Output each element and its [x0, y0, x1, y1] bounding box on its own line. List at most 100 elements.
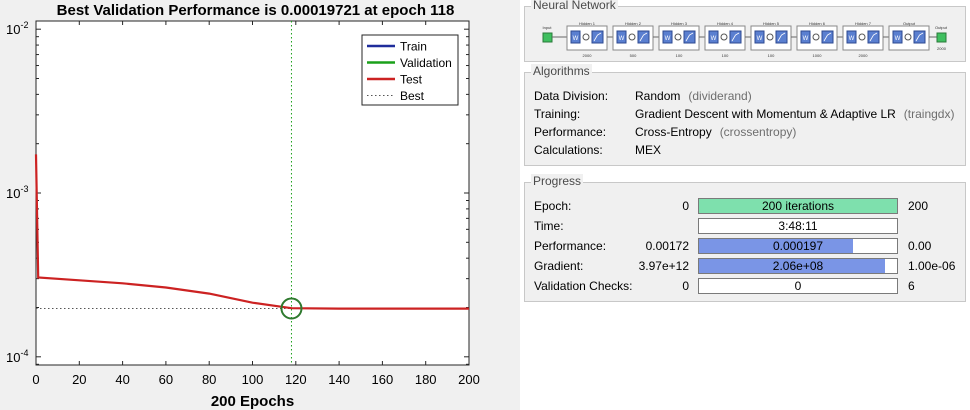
progress-bar: 0	[698, 278, 898, 294]
weight-symbol: W	[757, 36, 763, 42]
progress-bar: 200 iterations	[698, 198, 898, 214]
progress-bar: 3:48:11	[698, 218, 898, 234]
sum-node	[582, 33, 590, 41]
progress-title: Progress	[531, 174, 584, 188]
progress-start-value: 0	[682, 279, 689, 293]
performance-plot-panel: Best Validation Performance is 0.0001972…	[0, 0, 520, 410]
transfer-block	[775, 30, 788, 44]
layer-size: 100	[722, 53, 729, 58]
weight-symbol: W	[665, 36, 671, 42]
progress-bar-text: 2.06e+08	[772, 259, 824, 273]
weight-symbol: W	[803, 36, 809, 42]
progress-label: Performance:	[534, 239, 607, 253]
layer-size: 500	[630, 53, 637, 58]
y-tick-exponent: -4	[20, 348, 28, 358]
weight-symbol: W	[849, 36, 855, 42]
algorithm-function: (traingdx)	[903, 107, 955, 121]
progress-bar-text: 3:48:11	[778, 219, 818, 233]
x-tick-label: 40	[115, 372, 129, 387]
algorithm-function: (dividerand)	[688, 89, 752, 103]
transfer-block	[913, 30, 926, 44]
progress-end-value: 1.00e-06	[908, 259, 956, 273]
output-label: Output	[935, 25, 948, 30]
legend-label-validation: Validation	[400, 56, 452, 70]
algorithm-value: Cross-Entropy (crossentropy)	[635, 125, 796, 139]
x-tick-label: 120	[285, 372, 307, 387]
transfer-block	[637, 30, 650, 44]
output-size: 2000	[937, 46, 947, 51]
network-diagram: Input Hidden 1 W 2000 Hidden 2 W 500 Hidden 3 W 1…	[542, 21, 948, 58]
progress-bar: 0.000197	[698, 238, 898, 254]
sum-node	[720, 33, 728, 41]
layer-label: Hidden 4	[717, 21, 734, 26]
algorithm-value: MEX	[635, 143, 661, 157]
algorithms-group: Algorithms Data Division: Random (dividera…	[524, 64, 966, 166]
weight-symbol: W	[619, 36, 625, 42]
progress-bar-text: 0	[794, 279, 802, 293]
sum-node	[904, 33, 912, 41]
layer-size: 2000	[583, 53, 593, 58]
layer-label: Hidden 1	[579, 21, 596, 26]
weight-symbol: W	[573, 36, 579, 42]
output-node	[936, 32, 947, 43]
sum-node	[628, 33, 636, 41]
layer-label: Hidden 3	[671, 21, 688, 26]
x-tick-label: 0	[32, 372, 39, 387]
x-tick-label: 60	[159, 372, 173, 387]
progress-group: Progress Epoch: 0 200 iterations 200 Time: 3:…	[524, 174, 966, 302]
x-tick-label: 20	[72, 372, 86, 387]
algorithm-name: Cross-Entropy	[635, 125, 712, 139]
layer-label: Hidden 6	[809, 21, 826, 26]
x-axis-label: 200 Epochs	[211, 393, 294, 410]
layer-label: Hidden 2	[625, 21, 642, 26]
y-tick-exponent: -2	[20, 20, 28, 30]
progress-bar-text: 0.000197	[772, 239, 824, 253]
algorithm-name: MEX	[635, 143, 662, 157]
algorithm-function: (crossentropy)	[719, 125, 797, 139]
weight-symbol: W	[895, 36, 901, 42]
layer-size: 1000	[813, 53, 823, 58]
progress-end-value: 200	[908, 199, 929, 213]
transfer-block	[867, 30, 880, 44]
sum-node	[674, 33, 682, 41]
layer-size: 100	[768, 53, 775, 58]
algorithm-value: Random (dividerand)	[635, 89, 752, 103]
layer-size: 100	[676, 53, 683, 58]
algorithm-label: Performance:	[534, 125, 607, 139]
progress-bar-text: 200 iterations	[761, 199, 835, 213]
progress-start-value: 0.00172	[645, 239, 689, 253]
sum-node	[766, 33, 774, 41]
algorithms-title: Algorithms	[531, 64, 592, 78]
x-tick-label: 140	[328, 372, 350, 387]
sum-node	[812, 33, 820, 41]
legend-label-test: Test	[400, 73, 423, 87]
progress-start-value: 3.97e+12	[638, 259, 689, 273]
progress-label: Time:	[534, 219, 564, 233]
training-tool-panel: Neural Network Input Hidden 1 W 2000 Hidden …	[520, 0, 970, 410]
algorithm-value: Gradient Descent with Momentum & Adaptiv…	[635, 107, 954, 121]
plot-title: Best Validation Performance is 0.0001972…	[57, 2, 455, 19]
legend-label-best: Best	[400, 89, 425, 103]
algorithm-name: Gradient Descent with Momentum & Adaptiv…	[635, 107, 896, 121]
progress-label: Gradient:	[534, 259, 584, 273]
input-node	[542, 32, 553, 43]
y-tick-label: 10-3	[6, 184, 28, 201]
progress-start-value: 0	[682, 199, 689, 213]
transfer-block	[821, 30, 834, 44]
performance-plot: Best Validation Performance is 0.0001972…	[6, 2, 480, 410]
progress-label: Validation Checks:	[534, 279, 633, 293]
y-tick-label: 10-4	[6, 348, 28, 365]
progress-end-value: 0.00	[908, 239, 932, 253]
y-tick-exponent: -3	[20, 184, 28, 194]
input-label: Input	[543, 25, 553, 30]
x-tick-label: 100	[242, 372, 264, 387]
x-tick-label: 160	[372, 372, 394, 387]
layer-label: Hidden 5	[763, 21, 780, 26]
x-tick-label: 200	[458, 372, 480, 387]
progress-bar: 2.06e+08	[698, 258, 898, 274]
algorithm-name: Random	[635, 89, 681, 103]
weight-symbol: W	[711, 36, 717, 42]
x-tick-label: 180	[415, 372, 437, 387]
sum-node	[858, 33, 866, 41]
transfer-block	[729, 30, 742, 44]
